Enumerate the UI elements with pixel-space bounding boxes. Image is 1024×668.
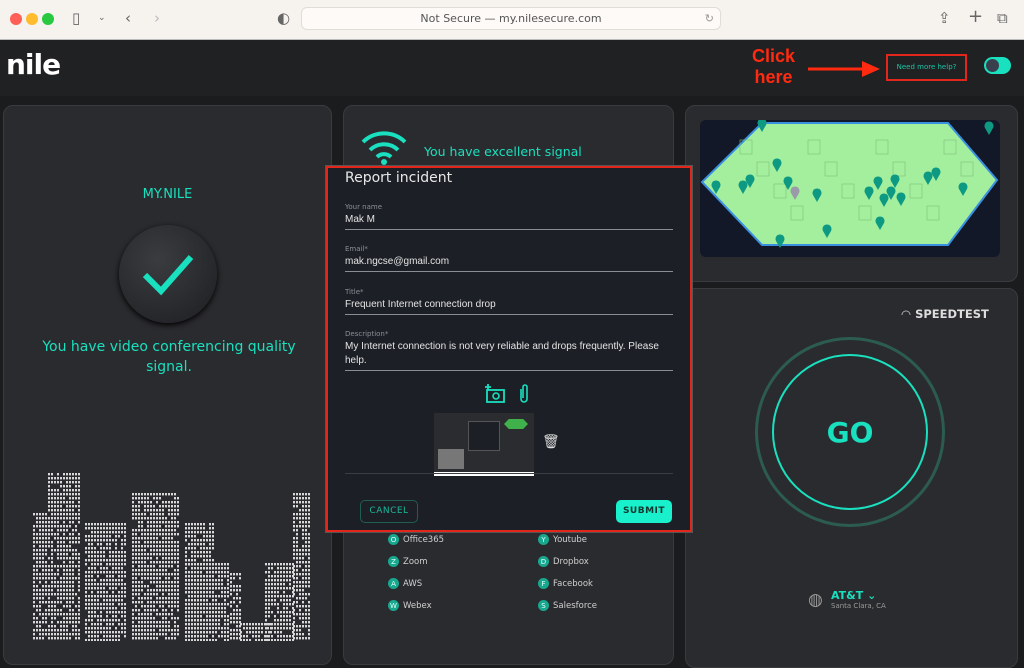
app-item-facebook[interactable]: F Facebook (538, 578, 593, 589)
divider (345, 473, 673, 474)
globe-icon: ◍ (808, 590, 823, 610)
need-more-help-link[interactable]: Need more help? (886, 54, 967, 81)
description-field[interactable]: Description* My Internet connection is no… (345, 330, 673, 371)
app-name: Webex (403, 601, 432, 611)
app-name: Office365 (403, 535, 444, 545)
url-text: Not Secure — my.nilesecure.com (420, 12, 601, 25)
back-icon[interactable]: ‹ (125, 9, 131, 27)
delete-attachment-icon[interactable]: 🗑 (542, 434, 560, 450)
city-skyline-illustration (24, 451, 324, 641)
reload-icon[interactable]: ↻ (705, 8, 714, 30)
attach-file-icon[interactable] (518, 384, 530, 404)
app-item-dropbox[interactable]: D Dropbox (538, 556, 589, 567)
isp-selector[interactable]: AT&T ⌄ Santa Clara, CA (831, 589, 886, 610)
annotation-callout: Click here (752, 46, 795, 88)
forward-icon[interactable]: › (154, 9, 160, 27)
name-field[interactable]: Your name Mak M (345, 203, 673, 230)
app-item-office365[interactable]: O Office365 (388, 534, 444, 545)
chevron-down-icon[interactable]: ⌄ (98, 13, 106, 23)
app-letter-badge: F (538, 578, 549, 589)
share-icon[interactable]: ⇪ (938, 9, 951, 27)
gauge-icon: ◠ (901, 307, 911, 321)
app-letter-badge: Y (538, 534, 549, 545)
cancel-button[interactable]: CANCEL (360, 500, 418, 523)
signal-message: You have excellent signal (424, 144, 582, 159)
floor-plan-map[interactable] (700, 120, 1000, 257)
my-nile-panel: MY.NILE You have video conferencing qual… (3, 105, 332, 665)
theme-toggle[interactable] (984, 57, 1011, 74)
app-letter-badge: A (388, 578, 399, 589)
sidebar-icon[interactable]: ▯ (72, 9, 80, 27)
panel-title: MY.NILE (4, 187, 331, 202)
tabs-overview-icon[interactable]: ⧉ (997, 9, 1008, 27)
app-item-aws[interactable]: A AWS (388, 578, 422, 589)
floor-map-panel (685, 105, 1018, 282)
dialog-title: Report incident (345, 170, 452, 186)
nile-logo[interactable]: nile (6, 48, 60, 81)
app-name: Youtube (553, 535, 587, 545)
app-name: AWS (403, 579, 422, 589)
arrow-icon (808, 60, 880, 78)
chevron-down-icon: ⌄ (867, 589, 876, 602)
app-item-webex[interactable]: W Webex (388, 600, 432, 611)
new-tab-icon[interactable]: + (968, 6, 983, 27)
checkmark-icon (119, 225, 217, 323)
wifi-icon (360, 128, 408, 166)
maximize-window-button[interactable] (42, 13, 54, 25)
app-item-salesforce[interactable]: S Salesforce (538, 600, 597, 611)
app-letter-badge: Z (388, 556, 399, 567)
app-letter-badge: D (538, 556, 549, 567)
screenshot-attachment-thumbnail[interactable] (434, 413, 534, 476)
app-letter-badge: S (538, 600, 549, 611)
app-letter-badge: O (388, 534, 399, 545)
shield-icon[interactable]: ◐ (277, 9, 290, 27)
go-label: GO (827, 416, 874, 449)
app-name: Dropbox (553, 557, 589, 567)
toggle-knob (986, 59, 999, 72)
speedtest-header: ◠ SPEEDTEST (901, 307, 989, 321)
app-name: Facebook (553, 579, 593, 589)
app-item-zoom[interactable]: Z Zoom (388, 556, 428, 567)
check-badge (119, 225, 217, 323)
submit-button[interactable]: SUBMIT (616, 500, 672, 523)
address-bar[interactable]: Not Secure — my.nilesecure.com ↻ (301, 7, 721, 30)
email-field[interactable]: Email* mak.ngcse@gmail.com (345, 245, 673, 272)
add-screenshot-icon[interactable] (484, 384, 506, 404)
minimize-window-button[interactable] (26, 13, 38, 25)
title-field[interactable]: Title* Frequent Internet connection drop (345, 288, 673, 315)
app-letter-badge: W (388, 600, 399, 611)
go-button[interactable]: GO (772, 354, 928, 510)
app-item-youtube[interactable]: Y Youtube (538, 534, 587, 545)
app-name: Zoom (403, 557, 428, 567)
browser-toolbar: ▯ ⌄ ‹ › ◐ Not Secure — my.nilesecure.com… (0, 0, 1024, 40)
isp-location: Santa Clara, CA (831, 602, 886, 610)
app-name: Salesforce (553, 601, 597, 611)
report-incident-dialog: Report incident Your name Mak M Email* mak… (326, 166, 692, 532)
signal-quality-message: You have video conferencing quality sign… (24, 337, 314, 377)
close-window-button[interactable] (10, 13, 22, 25)
speedtest-panel: ◠ SPEEDTEST GO ◍ AT&T ⌄ Santa Clara, CA (685, 288, 1018, 668)
